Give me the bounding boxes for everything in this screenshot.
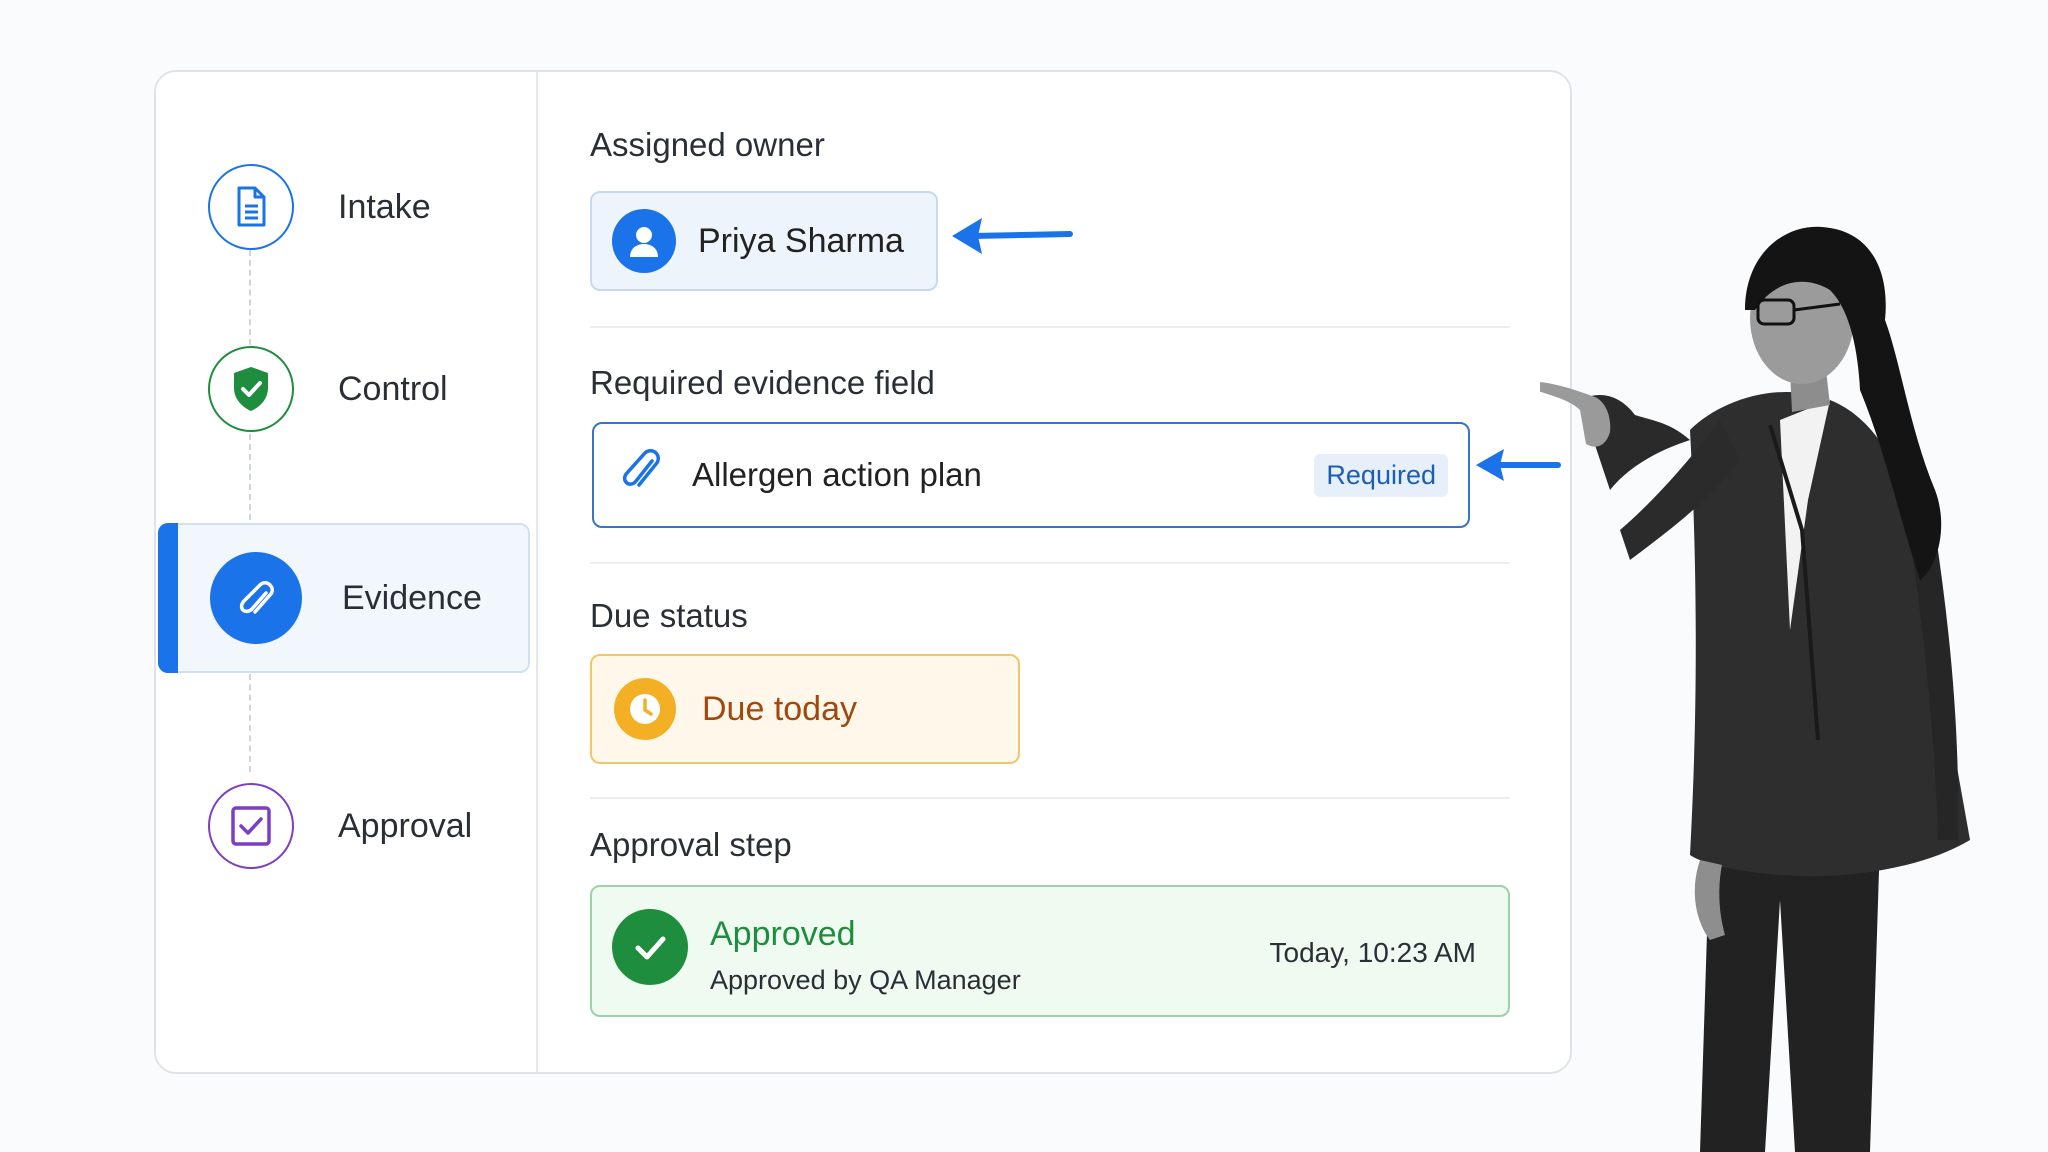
check-circle-icon bbox=[612, 909, 688, 985]
document-icon bbox=[208, 164, 294, 250]
checkbox-icon bbox=[208, 783, 294, 869]
due-value: Due today bbox=[702, 689, 857, 728]
owner-field[interactable]: Priya Sharma bbox=[590, 191, 938, 291]
due-section-title: Due status bbox=[590, 597, 748, 634]
section-divider bbox=[590, 562, 1510, 564]
step-evidence[interactable]: Evidence bbox=[158, 523, 530, 673]
paperclip-icon bbox=[210, 552, 302, 644]
step-label: Approval bbox=[338, 806, 473, 845]
step-sidebar: Intake Control Evidence Approval bbox=[156, 72, 538, 1072]
presenter-image bbox=[1540, 226, 1970, 1152]
approval-status-card[interactable]: Approved Approved by QA Manager Today, 1… bbox=[590, 885, 1510, 1017]
approval-timestamp: Today, 10:23 AM bbox=[1269, 937, 1477, 968]
paperclip-icon bbox=[616, 445, 668, 506]
user-avatar-icon bbox=[612, 209, 676, 273]
evidence-value: Allergen action plan bbox=[692, 456, 982, 493]
step-label: Control bbox=[338, 369, 448, 408]
section-divider bbox=[590, 326, 1510, 328]
step-control[interactable]: Control bbox=[156, 314, 536, 464]
approver: Approved by QA Manager bbox=[710, 965, 1021, 995]
shield-check-icon bbox=[208, 346, 294, 432]
due-status-field[interactable]: Due today bbox=[590, 654, 1020, 764]
workflow-panel: Intake Control Evidence Approval Assigne… bbox=[154, 70, 1572, 1074]
approval-section-title: Approval step bbox=[590, 826, 792, 863]
step-label: Intake bbox=[338, 187, 431, 226]
approval-status: Approved bbox=[710, 915, 856, 953]
owner-section-title: Assigned owner bbox=[590, 126, 825, 163]
required-badge: Required bbox=[1314, 453, 1448, 497]
evidence-section-title: Required evidence field bbox=[590, 364, 935, 401]
evidence-field[interactable]: Allergen action plan Required bbox=[592, 422, 1470, 528]
section-divider bbox=[590, 797, 1510, 799]
owner-name: Priya Sharma bbox=[698, 221, 904, 260]
step-approval[interactable]: Approval bbox=[156, 751, 536, 901]
arrow-left-icon bbox=[952, 218, 1073, 254]
step-label: Evidence bbox=[342, 578, 482, 617]
step-intake[interactable]: Intake bbox=[156, 132, 536, 282]
clock-icon bbox=[614, 678, 676, 740]
